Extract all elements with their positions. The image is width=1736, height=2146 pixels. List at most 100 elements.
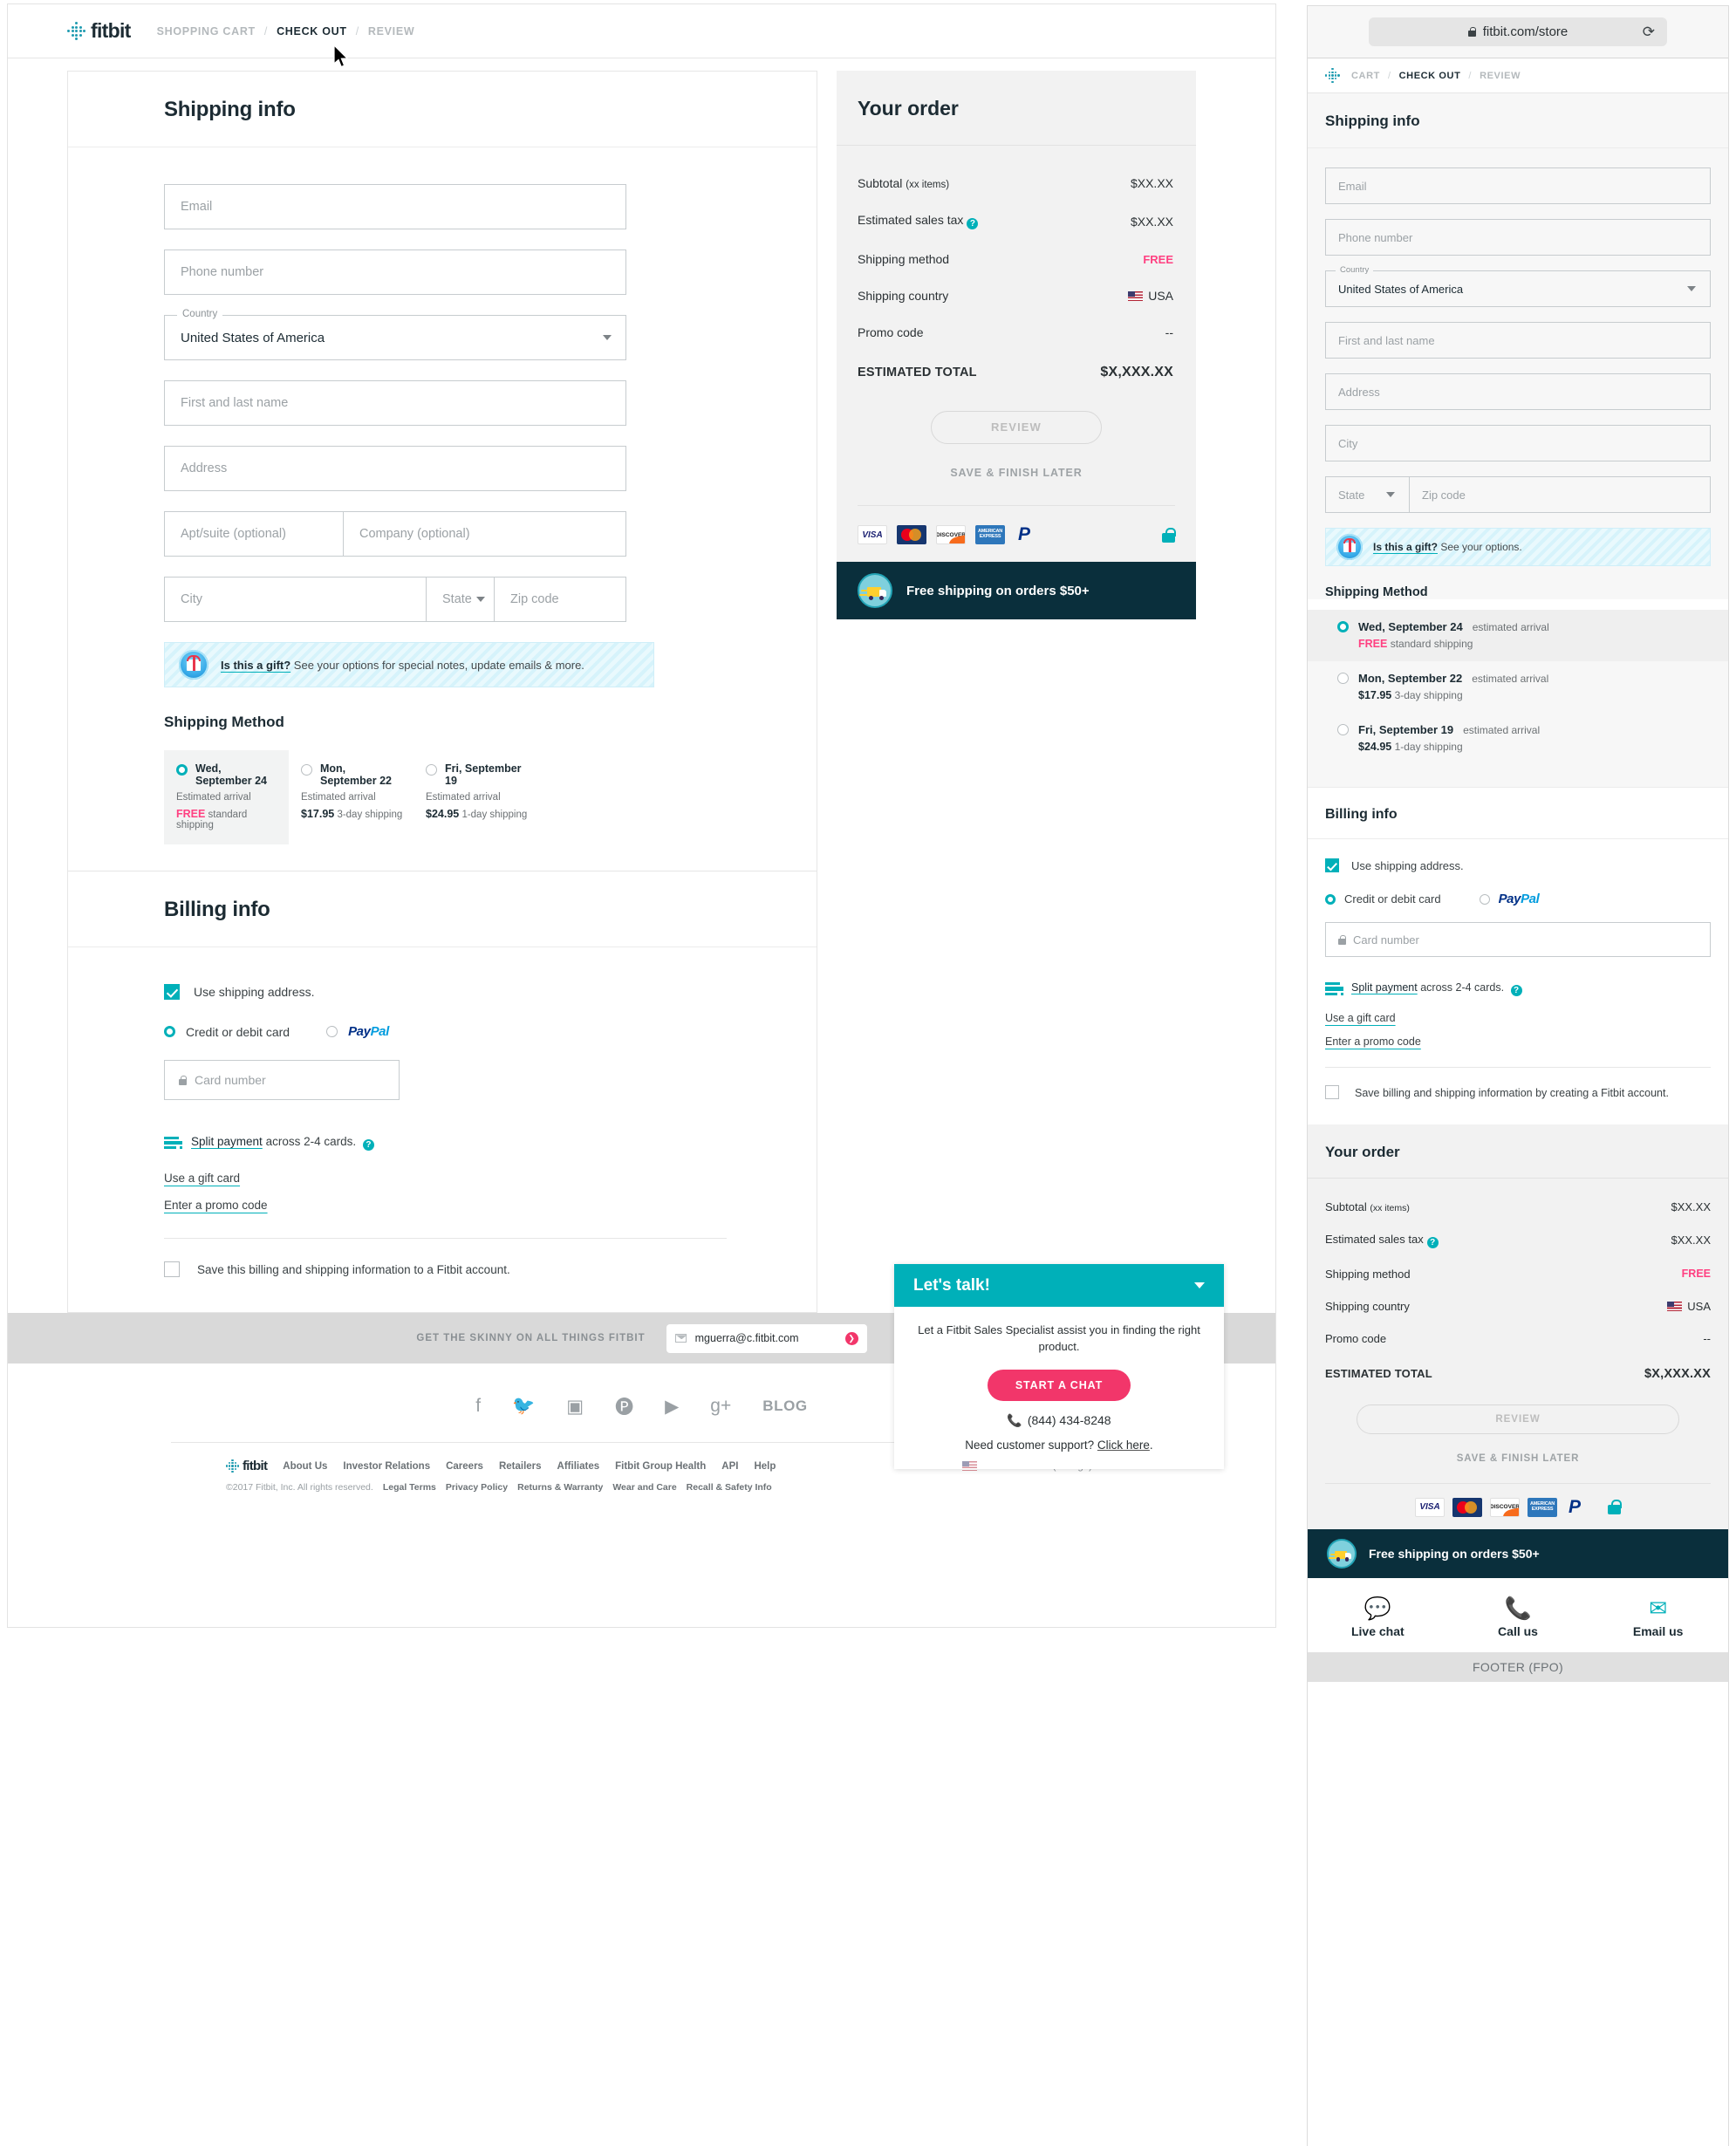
googleplus-icon[interactable]: g+ <box>710 1396 731 1417</box>
breadcrumb-check-out[interactable]: CHECK OUT <box>277 25 347 38</box>
mobile-country-select[interactable]: Country United States of America <box>1325 265 1711 307</box>
shipping-option-1day[interactable]: Fri, September 19 Estimated arrival $24.… <box>413 750 538 844</box>
radio-standard[interactable] <box>1337 621 1349 632</box>
instagram-icon[interactable]: ▣ <box>566 1396 584 1418</box>
mobile-call-us-button[interactable]: 📞 Call us <box>1448 1596 1589 1638</box>
footer-fitbit-logo[interactable]: fitbit <box>226 1459 268 1473</box>
checkbox-use-shipping-address[interactable] <box>164 984 180 1000</box>
breadcrumb-review[interactable]: REVIEW <box>368 25 415 38</box>
mobile-city-input[interactable]: City <box>1325 425 1711 461</box>
newsletter-submit-button[interactable]: ❯ <box>844 1331 858 1345</box>
mobile-live-chat-button[interactable]: 💬 Live chat <box>1308 1596 1448 1638</box>
mobile-email-input[interactable]: Email <box>1325 167 1711 204</box>
footer-link-help[interactable]: Help <box>754 1461 776 1472</box>
mobile-card-number-input[interactable]: Card number <box>1325 922 1711 957</box>
radio-1day[interactable] <box>1337 724 1349 735</box>
mobile-use-shipping-address-row[interactable]: Use shipping address. <box>1325 858 1711 872</box>
address-input[interactable]: Address <box>164 446 626 491</box>
footer-returns-warranty[interactable]: Returns & Warranty <box>517 1482 603 1493</box>
footer-link-investor-relations[interactable]: Investor Relations <box>343 1461 430 1472</box>
checkbox-save-account[interactable] <box>1325 1085 1339 1099</box>
mobile-shipping-option-standard[interactable]: Wed, September 24 estimated arrival FREE… <box>1308 610 1728 661</box>
enter-promo-code-link[interactable]: Enter a promo code <box>164 1199 268 1212</box>
mobile-save-account-row[interactable]: Save billing and shipping information by… <box>1325 1085 1711 1102</box>
mobile-breadcrumb-review[interactable]: REVIEW <box>1480 71 1521 81</box>
footer-link-retailers[interactable]: Retailers <box>499 1461 542 1472</box>
mobile-state-select[interactable]: State <box>1325 476 1409 513</box>
save-account-row[interactable]: Save this billing and shipping informati… <box>164 1261 817 1312</box>
fitbit-dots-icon[interactable] <box>1325 68 1340 83</box>
mobile-gift-link[interactable]: Is this a gift? <box>1373 541 1438 553</box>
mobile-address-field[interactable]: fitbit.com/store ⟳ <box>1369 17 1667 46</box>
help-icon[interactable]: ? <box>362 1139 374 1151</box>
phone-input[interactable]: Phone number <box>164 249 626 295</box>
full-name-input[interactable]: First and last name <box>164 380 626 426</box>
radio-3day[interactable] <box>1337 673 1349 684</box>
footer-recall-safety[interactable]: Recall & Safety Info <box>687 1482 772 1493</box>
company-input[interactable]: Company (optional) <box>343 511 626 557</box>
mobile-breadcrumb-cart[interactable]: CART <box>1351 71 1380 81</box>
mobile-breadcrumb-check-out[interactable]: CHECK OUT <box>1399 71 1461 81</box>
twitter-icon[interactable]: 🐦 <box>512 1396 535 1417</box>
mobile-address-input[interactable]: Address <box>1325 373 1711 410</box>
pinterest-icon[interactable]: 🅟 <box>615 1393 633 1419</box>
footer-legal-terms[interactable]: Legal Terms <box>383 1482 436 1493</box>
card-number-input[interactable]: Card number <box>164 1060 400 1100</box>
chevron-down-icon[interactable] <box>1194 1282 1205 1288</box>
mobile-save-finish-later-link[interactable]: SAVE & FINISH LATER <box>1308 1453 1728 1464</box>
city-input[interactable]: City <box>164 577 426 622</box>
help-icon[interactable]: ? <box>967 218 979 229</box>
footer-link-fitbit-group-health[interactable]: Fitbit Group Health <box>615 1461 706 1472</box>
state-select[interactable]: State <box>426 577 494 622</box>
footer-link-affiliates[interactable]: Affiliates <box>557 1461 600 1472</box>
shipping-option-3day[interactable]: Mon, September 22 Estimated arrival $17.… <box>289 750 413 844</box>
footer-link-careers[interactable]: Careers <box>446 1461 483 1472</box>
email-input[interactable]: Email <box>164 184 626 229</box>
split-payment-row[interactable]: Split payment across 2-4 cards. ? <box>164 1135 817 1151</box>
mobile-email-us-button[interactable]: ✉ Email us <box>1588 1596 1728 1638</box>
mobile-gift-banner[interactable]: Is this a gift? See your options. <box>1325 528 1711 566</box>
radio-standard[interactable] <box>176 764 188 776</box>
apt-suite-input[interactable]: Apt/suite (optional) <box>164 511 343 557</box>
radio-credit-card[interactable] <box>164 1026 175 1037</box>
mobile-shipping-option-3day[interactable]: Mon, September 22 estimated arrival $17.… <box>1308 661 1728 713</box>
facebook-icon[interactable]: f <box>475 1396 481 1417</box>
radio-1day[interactable] <box>426 764 437 776</box>
reload-icon[interactable]: ⟳ <box>1643 24 1655 41</box>
zip-input[interactable]: Zip code <box>494 577 626 622</box>
radio-3day[interactable] <box>301 764 312 776</box>
mobile-split-payment-row[interactable]: Split payment across 2-4 cards. ? <box>1325 981 1711 996</box>
radio-paypal[interactable] <box>326 1026 338 1037</box>
checkbox-use-shipping-address[interactable] <box>1325 858 1339 872</box>
mobile-split-payment-link[interactable]: Split payment <box>1351 981 1418 994</box>
mobile-full-name-input[interactable]: First and last name <box>1325 322 1711 359</box>
shipping-option-standard[interactable]: Wed, September 24 Estimated arrival FREE… <box>164 750 289 844</box>
mobile-use-gift-card-link[interactable]: Use a gift card <box>1325 1012 1396 1024</box>
lets-talk-header[interactable]: Let's talk! <box>894 1264 1224 1307</box>
split-payment-link[interactable]: Split payment <box>191 1135 263 1148</box>
checkbox-save-account[interactable] <box>164 1261 180 1277</box>
gift-banner-link[interactable]: Is this a gift? <box>221 659 290 672</box>
footer-link-api[interactable]: API <box>721 1461 738 1472</box>
youtube-icon[interactable]: ▶ <box>665 1396 679 1418</box>
mobile-enter-promo-code-link[interactable]: Enter a promo code <box>1325 1035 1421 1048</box>
gift-banner[interactable]: Is this a gift? See your options for spe… <box>164 642 654 687</box>
mobile-shipping-option-1day[interactable]: Fri, September 19 estimated arrival $24.… <box>1308 713 1728 764</box>
lets-talk-phone[interactable]: 📞 (844) 434-8248 <box>913 1413 1205 1428</box>
blog-link[interactable]: BLOG <box>762 1398 808 1415</box>
help-icon[interactable]: ? <box>1510 985 1522 996</box>
radio-paypal[interactable] <box>1479 893 1490 905</box>
save-finish-later-link[interactable]: SAVE & FINISH LATER <box>837 467 1196 479</box>
breadcrumb-shopping-cart[interactable]: SHOPPING CART <box>157 25 256 38</box>
country-select[interactable]: Country United States of America <box>164 309 626 360</box>
review-button[interactable]: REVIEW <box>931 411 1102 444</box>
footer-privacy-policy[interactable]: Privacy Policy <box>446 1482 508 1493</box>
radio-credit-card[interactable] <box>1325 893 1336 905</box>
use-gift-card-link[interactable]: Use a gift card <box>164 1172 240 1185</box>
use-shipping-address-row[interactable]: Use shipping address. <box>164 984 817 1000</box>
mobile-phone-input[interactable]: Phone number <box>1325 219 1711 256</box>
start-a-chat-button[interactable]: START A CHAT <box>987 1369 1131 1401</box>
newsletter-input[interactable]: mguerra@c.fitbit.com ❯ <box>666 1323 867 1353</box>
footer-wear-and-care[interactable]: Wear and Care <box>612 1482 676 1493</box>
footer-link-about-us[interactable]: About Us <box>283 1461 327 1472</box>
